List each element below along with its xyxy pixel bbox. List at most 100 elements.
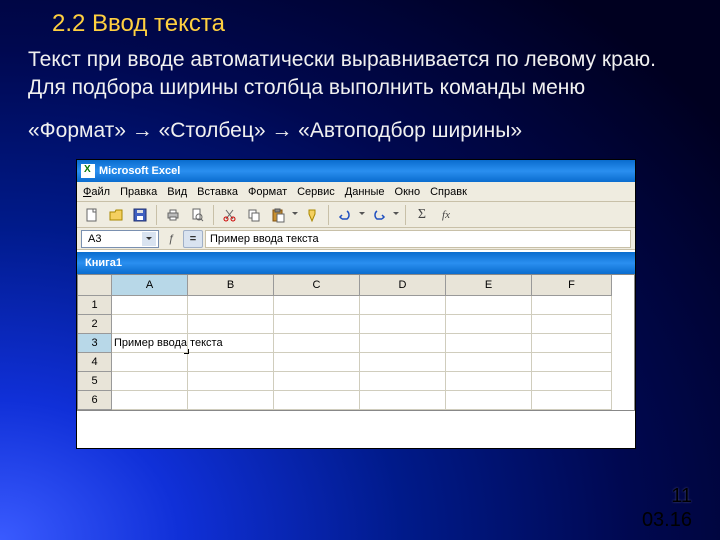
cell[interactable] <box>188 372 274 391</box>
menu-tools[interactable]: Сервис <box>297 186 335 198</box>
redo-dropdown-icon[interactable] <box>392 204 400 226</box>
workbook-titlebar: Книга1 <box>77 252 635 274</box>
menu-insert[interactable]: Вставка <box>197 186 238 198</box>
menu-file[interactable]: Файл <box>83 186 110 198</box>
app-title: Microsoft Excel <box>99 165 180 177</box>
formula-input[interactable]: Пример ввода текста <box>205 230 631 248</box>
cell[interactable] <box>446 391 532 410</box>
toolbar-sep <box>328 205 329 225</box>
cell[interactable] <box>274 334 360 353</box>
date-stamp: 03.16 <box>642 509 692 532</box>
format-painter-icon[interactable] <box>301 204 323 226</box>
select-all-corner[interactable] <box>78 275 112 296</box>
undo-icon[interactable] <box>334 204 356 226</box>
slide-body: Текст при вводе автоматически выравнивае… <box>0 46 720 145</box>
cell[interactable] <box>112 353 188 372</box>
cell[interactable] <box>188 315 274 334</box>
row-header-5[interactable]: 5 <box>78 372 112 391</box>
col-header-e[interactable]: E <box>446 275 532 296</box>
app-titlebar: Microsoft Excel <box>77 160 635 182</box>
equals-button[interactable]: = <box>183 230 203 248</box>
cell[interactable] <box>360 315 446 334</box>
cut-icon[interactable] <box>219 204 241 226</box>
cell[interactable] <box>112 372 188 391</box>
cell[interactable] <box>274 372 360 391</box>
cell[interactable] <box>188 391 274 410</box>
cell[interactable] <box>188 353 274 372</box>
cell[interactable] <box>446 315 532 334</box>
row-header-2[interactable]: 2 <box>78 315 112 334</box>
row-header-6[interactable]: 6 <box>78 391 112 410</box>
menubar: Файл Правка Вид Вставка Формат Сервис Да… <box>77 182 635 202</box>
paragraph-2: «Формат» → «Столбец» → «Автоподбор ширин… <box>28 117 692 145</box>
slide-title: 2.2 Ввод текста <box>0 0 720 46</box>
col-header-c[interactable]: C <box>274 275 360 296</box>
cell[interactable] <box>532 391 612 410</box>
paragraph-1: Текст при вводе автоматически выравнивае… <box>28 46 692 103</box>
cell[interactable] <box>274 315 360 334</box>
row-header-4[interactable]: 4 <box>78 353 112 372</box>
formula-value: Пример ввода текста <box>210 233 319 245</box>
formula-bar: A3 ƒ = Пример ввода текста <box>77 228 635 250</box>
copy-icon[interactable] <box>243 204 265 226</box>
undo-dropdown-icon[interactable] <box>358 204 366 226</box>
cell[interactable] <box>360 334 446 353</box>
menu-help[interactable]: Справк <box>430 186 467 198</box>
cell[interactable] <box>112 296 188 315</box>
cell[interactable] <box>446 353 532 372</box>
cell[interactable] <box>360 391 446 410</box>
menu-format[interactable]: Формат <box>248 186 287 198</box>
toolbar-sep <box>156 205 157 225</box>
toolbar-sep <box>213 205 214 225</box>
cell[interactable] <box>360 353 446 372</box>
page-number: 11 <box>671 485 692 508</box>
cell[interactable] <box>274 353 360 372</box>
new-icon[interactable] <box>81 204 103 226</box>
cell[interactable] <box>532 334 612 353</box>
autosum-icon[interactable]: Σ <box>411 204 433 226</box>
toolbar: Σ fx <box>77 202 635 228</box>
excel-screenshot: Microsoft Excel Файл Правка Вид Вставка … <box>76 159 636 449</box>
col-header-d[interactable]: D <box>360 275 446 296</box>
excel-app-icon <box>81 164 95 178</box>
cell[interactable] <box>274 296 360 315</box>
col-header-a[interactable]: A <box>112 275 188 296</box>
paste-dropdown-icon[interactable] <box>291 204 299 226</box>
open-icon[interactable] <box>105 204 127 226</box>
cell[interactable] <box>360 372 446 391</box>
workbook-title: Книга1 <box>85 257 122 269</box>
name-box[interactable]: A3 <box>81 230 159 248</box>
paste-icon[interactable] <box>267 204 289 226</box>
cell[interactable] <box>112 391 188 410</box>
toolbar-sep <box>405 205 406 225</box>
cell[interactable] <box>532 296 612 315</box>
col-header-f[interactable]: F <box>532 275 612 296</box>
cell[interactable] <box>446 334 532 353</box>
menu-view[interactable]: Вид <box>167 186 187 198</box>
col-header-b[interactable]: B <box>188 275 274 296</box>
menu-data[interactable]: Данные <box>345 186 385 198</box>
name-box-value: A3 <box>88 233 101 245</box>
sheet-grid: A B C D E F 1 2 3Пример ввода текста 4 5… <box>77 274 635 411</box>
cell-a3[interactable]: Пример ввода текста <box>112 334 188 353</box>
row-header-3[interactable]: 3 <box>78 334 112 353</box>
cell[interactable] <box>112 315 188 334</box>
cell[interactable] <box>532 372 612 391</box>
cell[interactable] <box>532 353 612 372</box>
cell[interactable] <box>446 372 532 391</box>
fx-button-icon[interactable]: ƒ <box>161 230 181 248</box>
save-icon[interactable] <box>129 204 151 226</box>
cell[interactable] <box>188 296 274 315</box>
menu-window[interactable]: Окно <box>395 186 421 198</box>
print-icon[interactable] <box>162 204 184 226</box>
function-icon[interactable]: fx <box>435 204 457 226</box>
menu-edit[interactable]: Правка <box>120 186 157 198</box>
row-header-1[interactable]: 1 <box>78 296 112 315</box>
cell[interactable] <box>274 391 360 410</box>
cell[interactable] <box>446 296 532 315</box>
cell[interactable] <box>360 296 446 315</box>
redo-icon[interactable] <box>368 204 390 226</box>
cell[interactable] <box>532 315 612 334</box>
name-box-dropdown-icon[interactable] <box>142 232 156 246</box>
preview-icon[interactable] <box>186 204 208 226</box>
